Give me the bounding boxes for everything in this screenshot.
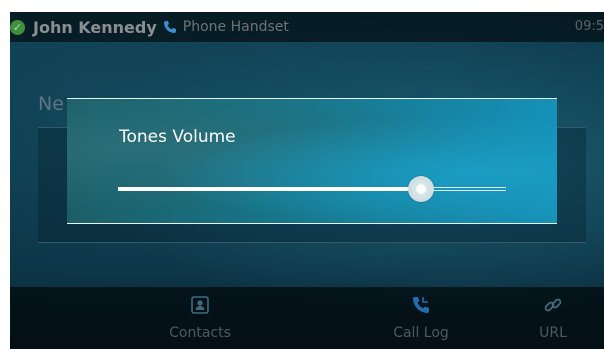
status-bar: ✓ John Kennedy Phone Handset 09:5	[10, 12, 604, 42]
slider-track[interactable]	[118, 187, 506, 191]
softkey-label: Call Log	[393, 325, 449, 341]
dialog-title: Tones Volume	[119, 127, 236, 147]
slider-fill	[118, 187, 421, 191]
phone-handset-icon	[163, 20, 177, 34]
check-circle-icon: ✓	[10, 19, 25, 35]
softkey-bar: Contacts Call Log URL	[10, 287, 604, 349]
tones-volume-dialog: Tones Volume	[67, 98, 557, 224]
clock: 09:5	[574, 19, 604, 34]
softkey-label: URL	[539, 325, 567, 341]
call-log-icon	[411, 295, 431, 315]
softkey-url[interactable]: URL	[528, 287, 578, 349]
phone-screen: ✓ John Kennedy Phone Handset 09:5 Ne Con…	[10, 12, 604, 349]
link-icon	[543, 295, 563, 315]
contacts-icon	[190, 295, 210, 315]
user-name: John Kennedy	[33, 17, 157, 37]
volume-slider[interactable]	[118, 176, 506, 202]
softkey-contacts[interactable]: Contacts	[169, 287, 231, 349]
slider-thumb[interactable]	[408, 176, 434, 202]
line-label: Phone Handset	[182, 19, 289, 35]
softkey-label: Contacts	[169, 325, 231, 341]
page-title: Ne	[38, 93, 64, 115]
softkey-call-log[interactable]: Call Log	[386, 287, 456, 349]
